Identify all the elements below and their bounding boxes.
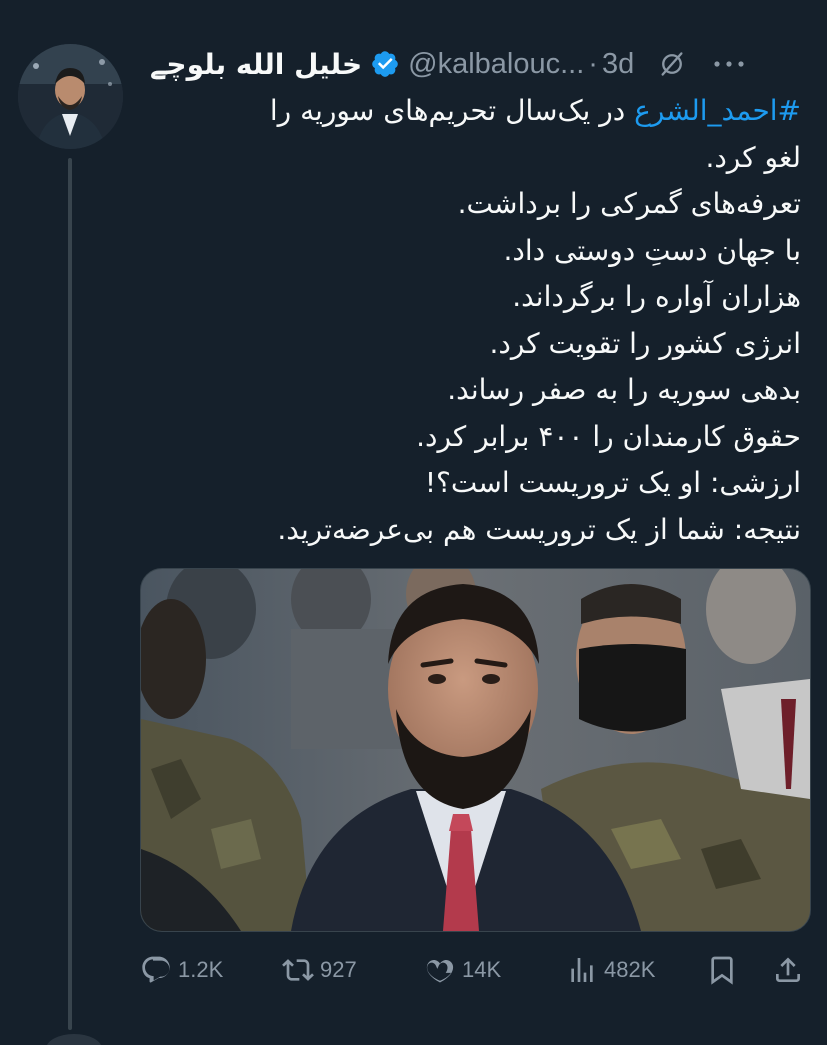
hashtag-link[interactable]: #احمد_الشرع (634, 94, 801, 127)
tweet-text: #احمد_الشرع در یک‌سال تحریم‌های سوریه را… (150, 88, 807, 553)
display-name[interactable]: خلیل الله بلوچے (150, 48, 362, 81)
share-icon (776, 957, 800, 982)
tweet-line: #احمد_الشرع در یک‌سال تحریم‌های سوریه را (150, 88, 801, 135)
reply-count: 1.2K (178, 957, 224, 982)
tweet-line: حقوق کارمندان را ۴۰۰ برابر کرد. (416, 419, 801, 453)
bookmark-icon (711, 956, 733, 985)
tweet-line: انرژی کشور را تقویت کرد. (489, 326, 801, 360)
avatar[interactable] (18, 44, 123, 149)
like-button[interactable]: 14K (424, 954, 501, 986)
next-tweet-avatar[interactable] (46, 1034, 102, 1045)
tweet-line-text: در یک‌سال تحریم‌های سوریه را (269, 94, 635, 127)
action-bar: 1.2K 927 14K 482K (140, 946, 809, 994)
tweet-line: بدهی سوریه را به صفر رساند. (447, 373, 801, 406)
tweet[interactable]: خلیل الله بلوچے @kalbalouc... · 3d #احمد… (0, 0, 827, 1045)
reply-button[interactable]: 1.2K (140, 954, 223, 986)
timestamp[interactable]: 3d (602, 48, 634, 81)
views-icon (571, 958, 593, 982)
retweet-button[interactable]: 927 (282, 954, 357, 986)
grok-icon[interactable] (658, 50, 686, 78)
tweet-line: با جهان دستِ دوستی داد. (503, 233, 801, 267)
views-count: 482K (604, 957, 656, 982)
tweet-line: نتیجه: شما از یک تروریست هم بی‌عرضه‌ترید… (277, 512, 801, 546)
more-icon[interactable] (712, 50, 746, 78)
user-handle[interactable]: @kalbalouc... (408, 48, 584, 81)
heart-icon (426, 959, 454, 983)
verified-badge-icon[interactable] (370, 49, 400, 79)
photo-image (141, 569, 810, 931)
avatar-image (18, 44, 123, 149)
bookmark-button[interactable] (706, 954, 744, 986)
like-count: 14K (462, 957, 502, 982)
tweet-header: خلیل الله بلوچے @kalbalouc... · 3d (150, 38, 807, 90)
share-button[interactable] (772, 954, 810, 986)
tweet-line: هزاران آواره را برگرداند. (512, 280, 801, 313)
retweet-icon (282, 959, 314, 981)
tweet-line: لغو کرد. (705, 140, 801, 174)
retweet-count: 927 (320, 957, 357, 982)
tweet-photo[interactable] (140, 568, 811, 932)
tweet-line: تعرفه‌های گمرکی را برداشت. (457, 187, 801, 220)
views-button[interactable]: 482K (566, 954, 655, 986)
tweet-line: ارزشی: او یک تروریست است؟! (424, 466, 801, 499)
thread-line (68, 158, 72, 1030)
reply-icon (142, 956, 170, 983)
separator-dot: · (588, 47, 598, 80)
